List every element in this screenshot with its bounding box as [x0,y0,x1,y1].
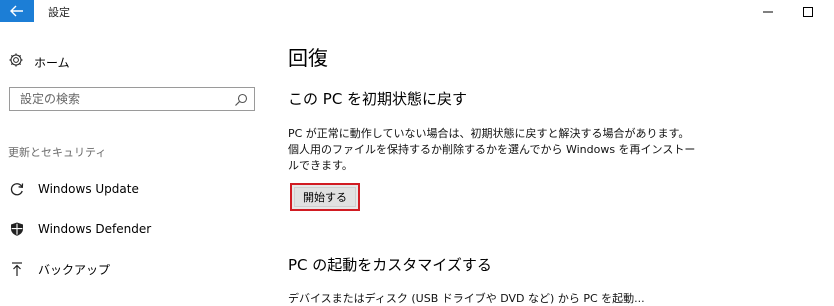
sidebar-section-label: 更新とセキュリティ [8,146,107,159]
sidebar-item-home[interactable]: ホーム [8,52,70,72]
start-reset-button[interactable]: 開始する [290,183,360,211]
sidebar: ホーム 更新とセキュリティ Windows Update Windows [0,26,270,296]
sidebar-home-label: ホーム [34,55,70,70]
search-icon[interactable] [234,92,248,106]
search-input[interactable] [10,88,240,110]
back-button[interactable] [0,0,34,22]
back-arrow-icon [10,5,24,17]
app-title: 設定 [48,6,70,19]
minimize-icon [763,2,773,21]
shield-icon [8,220,26,238]
sidebar-item-label: バックアップ [38,262,111,277]
start-reset-button-face: 開始する [294,187,356,207]
startup-section-title: PC の起動をカスタマイズする [288,256,492,274]
title-bar: 設定 [0,0,834,26]
backup-arrow-icon [8,260,26,278]
sidebar-item-label: Windows Defender [38,222,152,236]
start-reset-button-label: 開始する [303,191,347,204]
startup-description: デバイスまたはディスク (USB ドライブや DVD など) から PC を起動… [288,292,645,305]
sidebar-item-windows-defender[interactable]: Windows Defender [8,218,151,240]
gear-icon [8,52,24,72]
main-content: 回復 この PC を初期状態に戻す PC が正常に動作していない場合は、初期状態… [288,26,828,305]
page-title: 回復 [288,46,328,70]
sidebar-item-windows-update[interactable]: Windows Update [8,178,139,200]
maximize-icon [803,2,813,21]
reset-section-title: この PC を初期状態に戻す [288,90,468,108]
reset-description: PC が正常に動作していない場合は、初期状態に戻すと解決する場合があります。個人… [288,127,696,172]
search-box[interactable] [9,87,255,111]
sidebar-item-backup[interactable]: バックアップ [8,258,110,280]
sync-icon [8,180,26,198]
maximize-button[interactable] [788,0,828,22]
minimize-button[interactable] [748,0,788,22]
sidebar-item-label: Windows Update [38,182,139,196]
